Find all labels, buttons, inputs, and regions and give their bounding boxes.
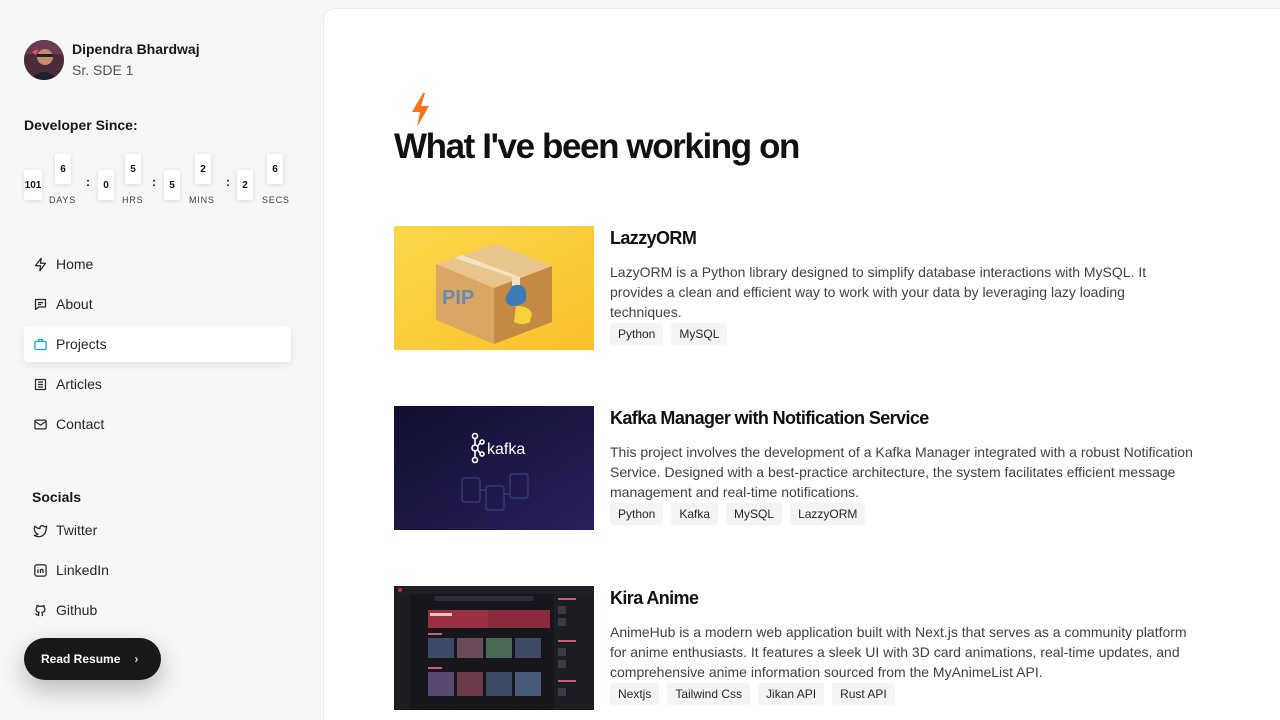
read-resume-button[interactable]: Read Resume › [24, 638, 161, 680]
tag: Python [610, 503, 664, 525]
mail-icon [32, 416, 48, 432]
profile-role: Sr. SDE 1 [72, 62, 134, 78]
separator: : [152, 175, 156, 189]
social-twitter[interactable]: Twitter [24, 512, 291, 548]
nav-label: Projects [56, 336, 107, 352]
profile: Dipendra Bhardwaj Sr. SDE 1 [24, 40, 200, 80]
days-value: 101 [24, 170, 42, 200]
hrs-value: 0 [98, 170, 114, 200]
nav-item-contact[interactable]: Contact [24, 406, 291, 442]
pip-logo-text: PIP [442, 287, 474, 309]
linkedin-icon [32, 562, 48, 578]
project-thumbnail[interactable] [394, 586, 594, 710]
mins-flip: 2 [195, 154, 211, 184]
project-title[interactable]: Kafka Manager with Notification Service [610, 408, 1200, 428]
secs-label: SECS [262, 195, 290, 205]
bolt-icon [32, 256, 48, 272]
project-title[interactable]: Kira Anime [610, 588, 1200, 608]
main-nav: Home About Projects Articles Contact [24, 246, 291, 446]
github-icon [32, 602, 48, 618]
project-description: LazyORM is a Python library designed to … [610, 264, 1147, 320]
tag: MySQL [726, 503, 783, 525]
social-label: LinkedIn [56, 562, 109, 578]
sidebar: Dipendra Bhardwaj Sr. SDE 1 Developer Si… [0, 0, 323, 720]
social-github[interactable]: Github [24, 592, 291, 628]
tag: LazzyORM [790, 503, 866, 525]
separator: : [226, 175, 230, 189]
developer-since-countdown: 101 6 DAYS : 0 5 HRS : 5 2 MINS : 2 6 SE… [24, 152, 294, 212]
profile-name: Dipendra Bhardwaj [72, 41, 200, 57]
separator: : [86, 175, 90, 189]
social-linkedin[interactable]: LinkedIn [24, 552, 291, 588]
nav-item-projects[interactable]: Projects [24, 326, 291, 362]
project-card[interactable]: Kira Anime AnimeHub is a modern web appl… [394, 586, 1214, 710]
social-label: Github [56, 602, 98, 618]
nav-label: Articles [56, 376, 102, 392]
project-card[interactable]: kafka Kafka Manager with Notification Se… [394, 406, 1214, 530]
project-title[interactable]: LazzyORM [610, 228, 1200, 248]
newspaper-icon [32, 376, 48, 392]
mins-label: MINS [189, 195, 215, 205]
secs-flip: 6 [267, 154, 283, 184]
hrs-label: HRS [122, 195, 144, 205]
tag: Rust API [832, 683, 895, 705]
secs-value: 2 [237, 170, 253, 200]
tag: Kafka [671, 503, 719, 525]
project-thumbnail[interactable]: kafka [394, 406, 594, 530]
nav-label: About [56, 296, 93, 312]
project-description: This project involves the development of… [610, 444, 1193, 500]
mins-value: 5 [164, 170, 180, 200]
hrs-flip: 5 [125, 154, 141, 184]
page-title: What I've been working on [394, 127, 800, 166]
chat-icon [32, 296, 48, 312]
briefcase-icon [32, 336, 48, 352]
socials-title: Socials [32, 489, 82, 505]
project-tags: Nextjs Tailwind Css Jikan API Rust API [610, 683, 1200, 705]
social-label: Twitter [56, 522, 98, 538]
nav-item-home[interactable]: Home [24, 246, 291, 282]
tag: Python [610, 323, 664, 345]
twitter-icon [32, 522, 48, 538]
nav-item-about[interactable]: About [24, 286, 291, 322]
avatar [24, 40, 64, 80]
project-thumbnail[interactable]: PIP [394, 226, 594, 350]
tag: Tailwind Css [667, 683, 751, 705]
project-tags: Python Kafka MySQL LazzyORM [610, 503, 1200, 525]
days-label: DAYS [49, 195, 77, 205]
nav-item-articles[interactable]: Articles [24, 366, 291, 402]
bolt-icon [412, 93, 429, 127]
kafka-logo-text: kafka [487, 441, 525, 458]
read-resume-label: Read Resume [41, 652, 121, 666]
project-description: AnimeHub is a modern web application bui… [610, 624, 1187, 680]
nav-label: Contact [56, 416, 105, 432]
project-tags: Python MySQL [610, 323, 1200, 345]
socials-list: Twitter LinkedIn Github [24, 512, 291, 632]
tag: Jikan API [758, 683, 825, 705]
main-content: What I've been working on PIP LazzyORM L… [323, 8, 1280, 720]
days-flip: 6 [55, 154, 71, 184]
nav-label: Home [56, 256, 94, 272]
tag: MySQL [671, 323, 728, 345]
project-card[interactable]: PIP LazzyORM LazyORM is a Python library… [394, 226, 1214, 350]
developer-since-title: Developer Since: [24, 117, 138, 133]
chevron-right-icon: › [134, 652, 139, 666]
tag: Nextjs [610, 683, 660, 705]
